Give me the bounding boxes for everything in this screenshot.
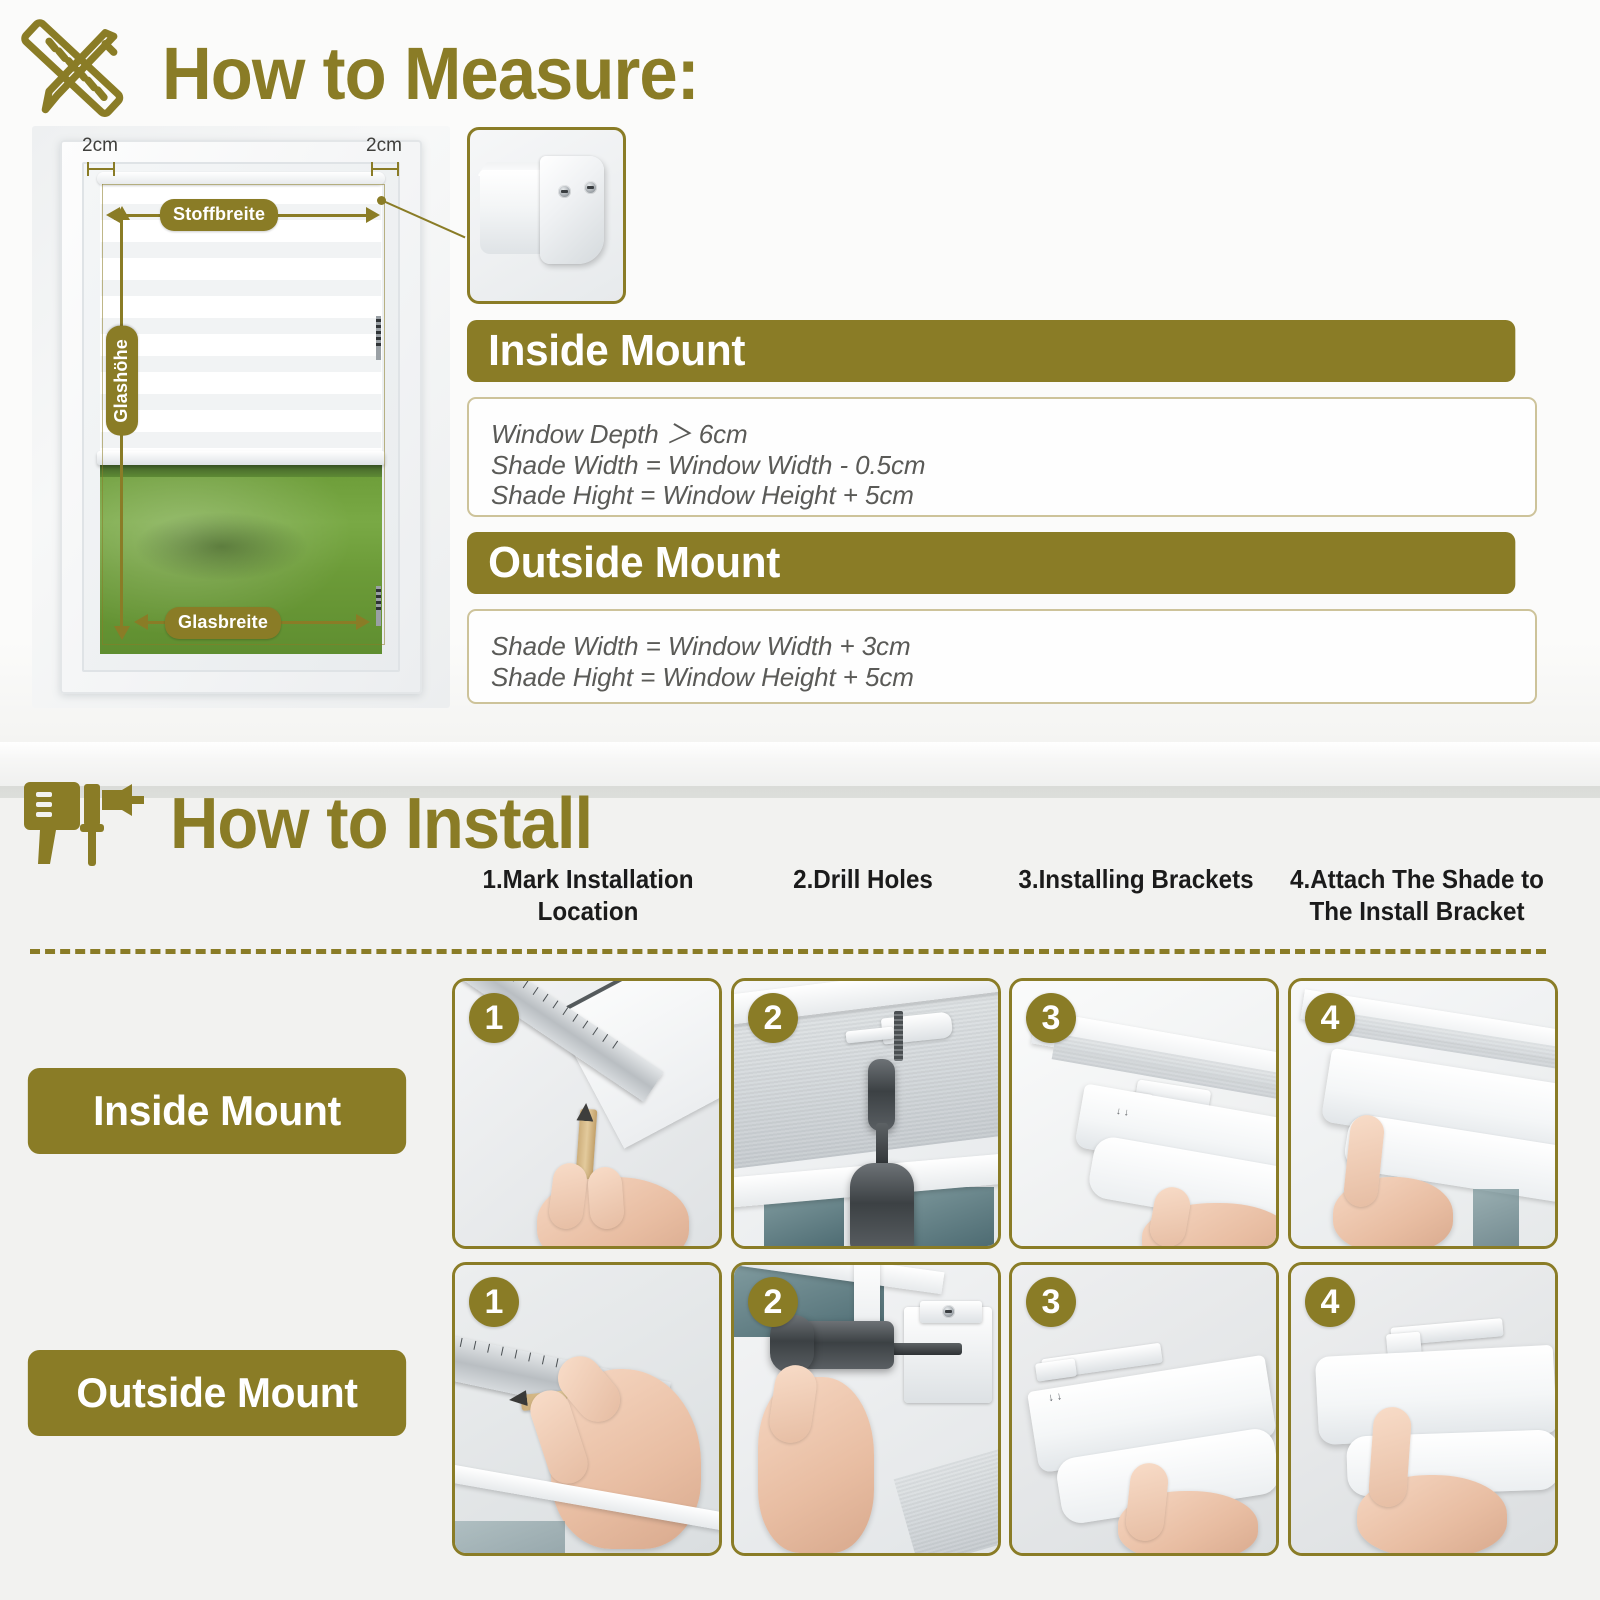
step-header-2-text: 2.Drill Holes: [793, 864, 933, 894]
how-to-measure-section: How to Measure: 2cm 2cm Stoffbreite Glas…: [0, 0, 1600, 745]
reveal-guide-right: [384, 184, 385, 644]
step-photo-inside-3: ↓↓ 3: [1009, 978, 1279, 1249]
tick-left-bar: [87, 168, 115, 170]
install-header: How to Install: [22, 776, 624, 872]
outside-mount-specs-box: Shade Width = Window Width + 3cm Shade H…: [467, 609, 1537, 704]
row-label-outside-mount-text: Outside Mount: [76, 1369, 358, 1416]
page-title-measure: How to Measure:: [162, 31, 700, 115]
glass-height-arrow-bottom: [114, 626, 130, 640]
drill-icon: [24, 782, 144, 866]
step-badge-outside-2: 2: [748, 1277, 798, 1327]
reveal-guide-left: [102, 184, 103, 644]
glass-width-arrow-left: [134, 614, 148, 630]
fabric-width-pill: Stoffbreite: [160, 199, 279, 231]
ruler-pencil-icon: [21, 19, 124, 117]
tick-right-bar: [371, 168, 399, 170]
row-label-inside-mount: Inside Mount: [27, 1068, 407, 1154]
outside-mount-line-1: Shade Width = Window Width + 3cm: [491, 631, 911, 661]
bead-chain-upper: [376, 316, 381, 360]
how-to-install-section: How to Install 1.Mark Installation Locat…: [0, 782, 1600, 1600]
glass-height-pill: Glashöhe: [106, 326, 138, 436]
fabric-width-arrow-right: [366, 207, 380, 223]
gap-right-label: 2cm: [366, 135, 402, 156]
step-badge-outside-4: 4: [1305, 1277, 1355, 1327]
end-cap-face: [540, 156, 604, 264]
outside-mount-heading: Outside Mount: [488, 538, 781, 587]
step-header-1-text: 1.Mark Installation Location: [482, 864, 694, 926]
step-badge-outside-3: 3: [1026, 1277, 1076, 1327]
step-header-2: 2.Drill Holes: [732, 864, 994, 896]
reveal-guide-top: [102, 184, 384, 185]
reveal-guide-bottom: [102, 644, 385, 645]
step-photo-inside-4: 4: [1288, 978, 1558, 1249]
step-photo-inside-2: 2: [731, 978, 1001, 1249]
step-photo-inside-1: 1: [452, 978, 722, 1249]
step-photo-outside-3: ↓↓ 3: [1009, 1262, 1279, 1556]
tick-right-b: [397, 162, 399, 176]
step-header-1: 1.Mark Installation Location: [453, 864, 723, 927]
step-photo-outside-4: 4: [1288, 1262, 1558, 1556]
row-label-inside-mount-text: Inside Mount: [93, 1087, 341, 1134]
shade-end-cap: [477, 156, 608, 266]
blind-bottom-bar: [97, 450, 385, 465]
outside-mount-line-2: Shade Hight = Window Height + 5cm: [491, 661, 914, 692]
step-photo-outside-2: 2: [731, 1262, 1001, 1556]
inside-mount-line-2: Shade Width = Window Width - 0.5cm: [491, 449, 926, 480]
inside-mount-heading: Inside Mount: [488, 326, 746, 375]
bracket-closeup-card: [467, 127, 626, 304]
row-label-outside-mount: Outside Mount: [27, 1350, 407, 1436]
window-glass-area: [97, 172, 385, 654]
step-badge-inside-4: 4: [1305, 993, 1355, 1043]
screw-icon-left: [558, 185, 571, 198]
inside-mount-line-3: Shade Hight = Window Height + 5cm: [491, 480, 914, 511]
step-badge-outside-1: 1: [469, 1277, 519, 1327]
step-header-3: 3.Installing Brackets: [1010, 864, 1263, 896]
inside-mount-specs-box: Window Depth ＞ 6cm Shade Width = Window …: [467, 397, 1537, 517]
measure-header: How to Measure:: [18, 12, 739, 134]
glass-height-arrow-top: [114, 206, 130, 220]
inside-mount-line-1: Window Depth ＞ 6cm: [491, 419, 748, 449]
bead-chain-lower: [376, 586, 381, 626]
page-title-install: How to Install: [170, 784, 593, 864]
step-badge-inside-1: 1: [469, 993, 519, 1043]
outside-mount-heading-bar: Outside Mount: [467, 532, 1516, 594]
glass-width-pill: Glasbreite: [165, 607, 282, 639]
tick-left-b: [113, 162, 115, 176]
step-header-4-text: 4.Attach The Shade to The Install Bracke…: [1290, 864, 1544, 926]
inside-mount-heading-bar: Inside Mount: [467, 320, 1516, 382]
glass-width-arrow-right: [356, 614, 370, 630]
step-badge-inside-2: 2: [748, 993, 798, 1043]
step-header-4: 4.Attach The Shade to The Install Bracke…: [1282, 864, 1552, 927]
step-photo-outside-1: 1: [452, 1262, 722, 1556]
gap-left-label: 2cm: [82, 135, 118, 156]
step-header-3-text: 3.Installing Brackets: [1018, 864, 1254, 894]
step-badge-inside-3: 3: [1026, 993, 1076, 1043]
window-measurement-diagram: 2cm 2cm Stoffbreite Glashöhe Glasbreite: [32, 126, 450, 708]
infographic-page: How to Measure: 2cm 2cm Stoffbreite Glas…: [0, 0, 1600, 1600]
screw-icon-right: [584, 181, 597, 194]
dashed-divider: [30, 949, 1546, 954]
